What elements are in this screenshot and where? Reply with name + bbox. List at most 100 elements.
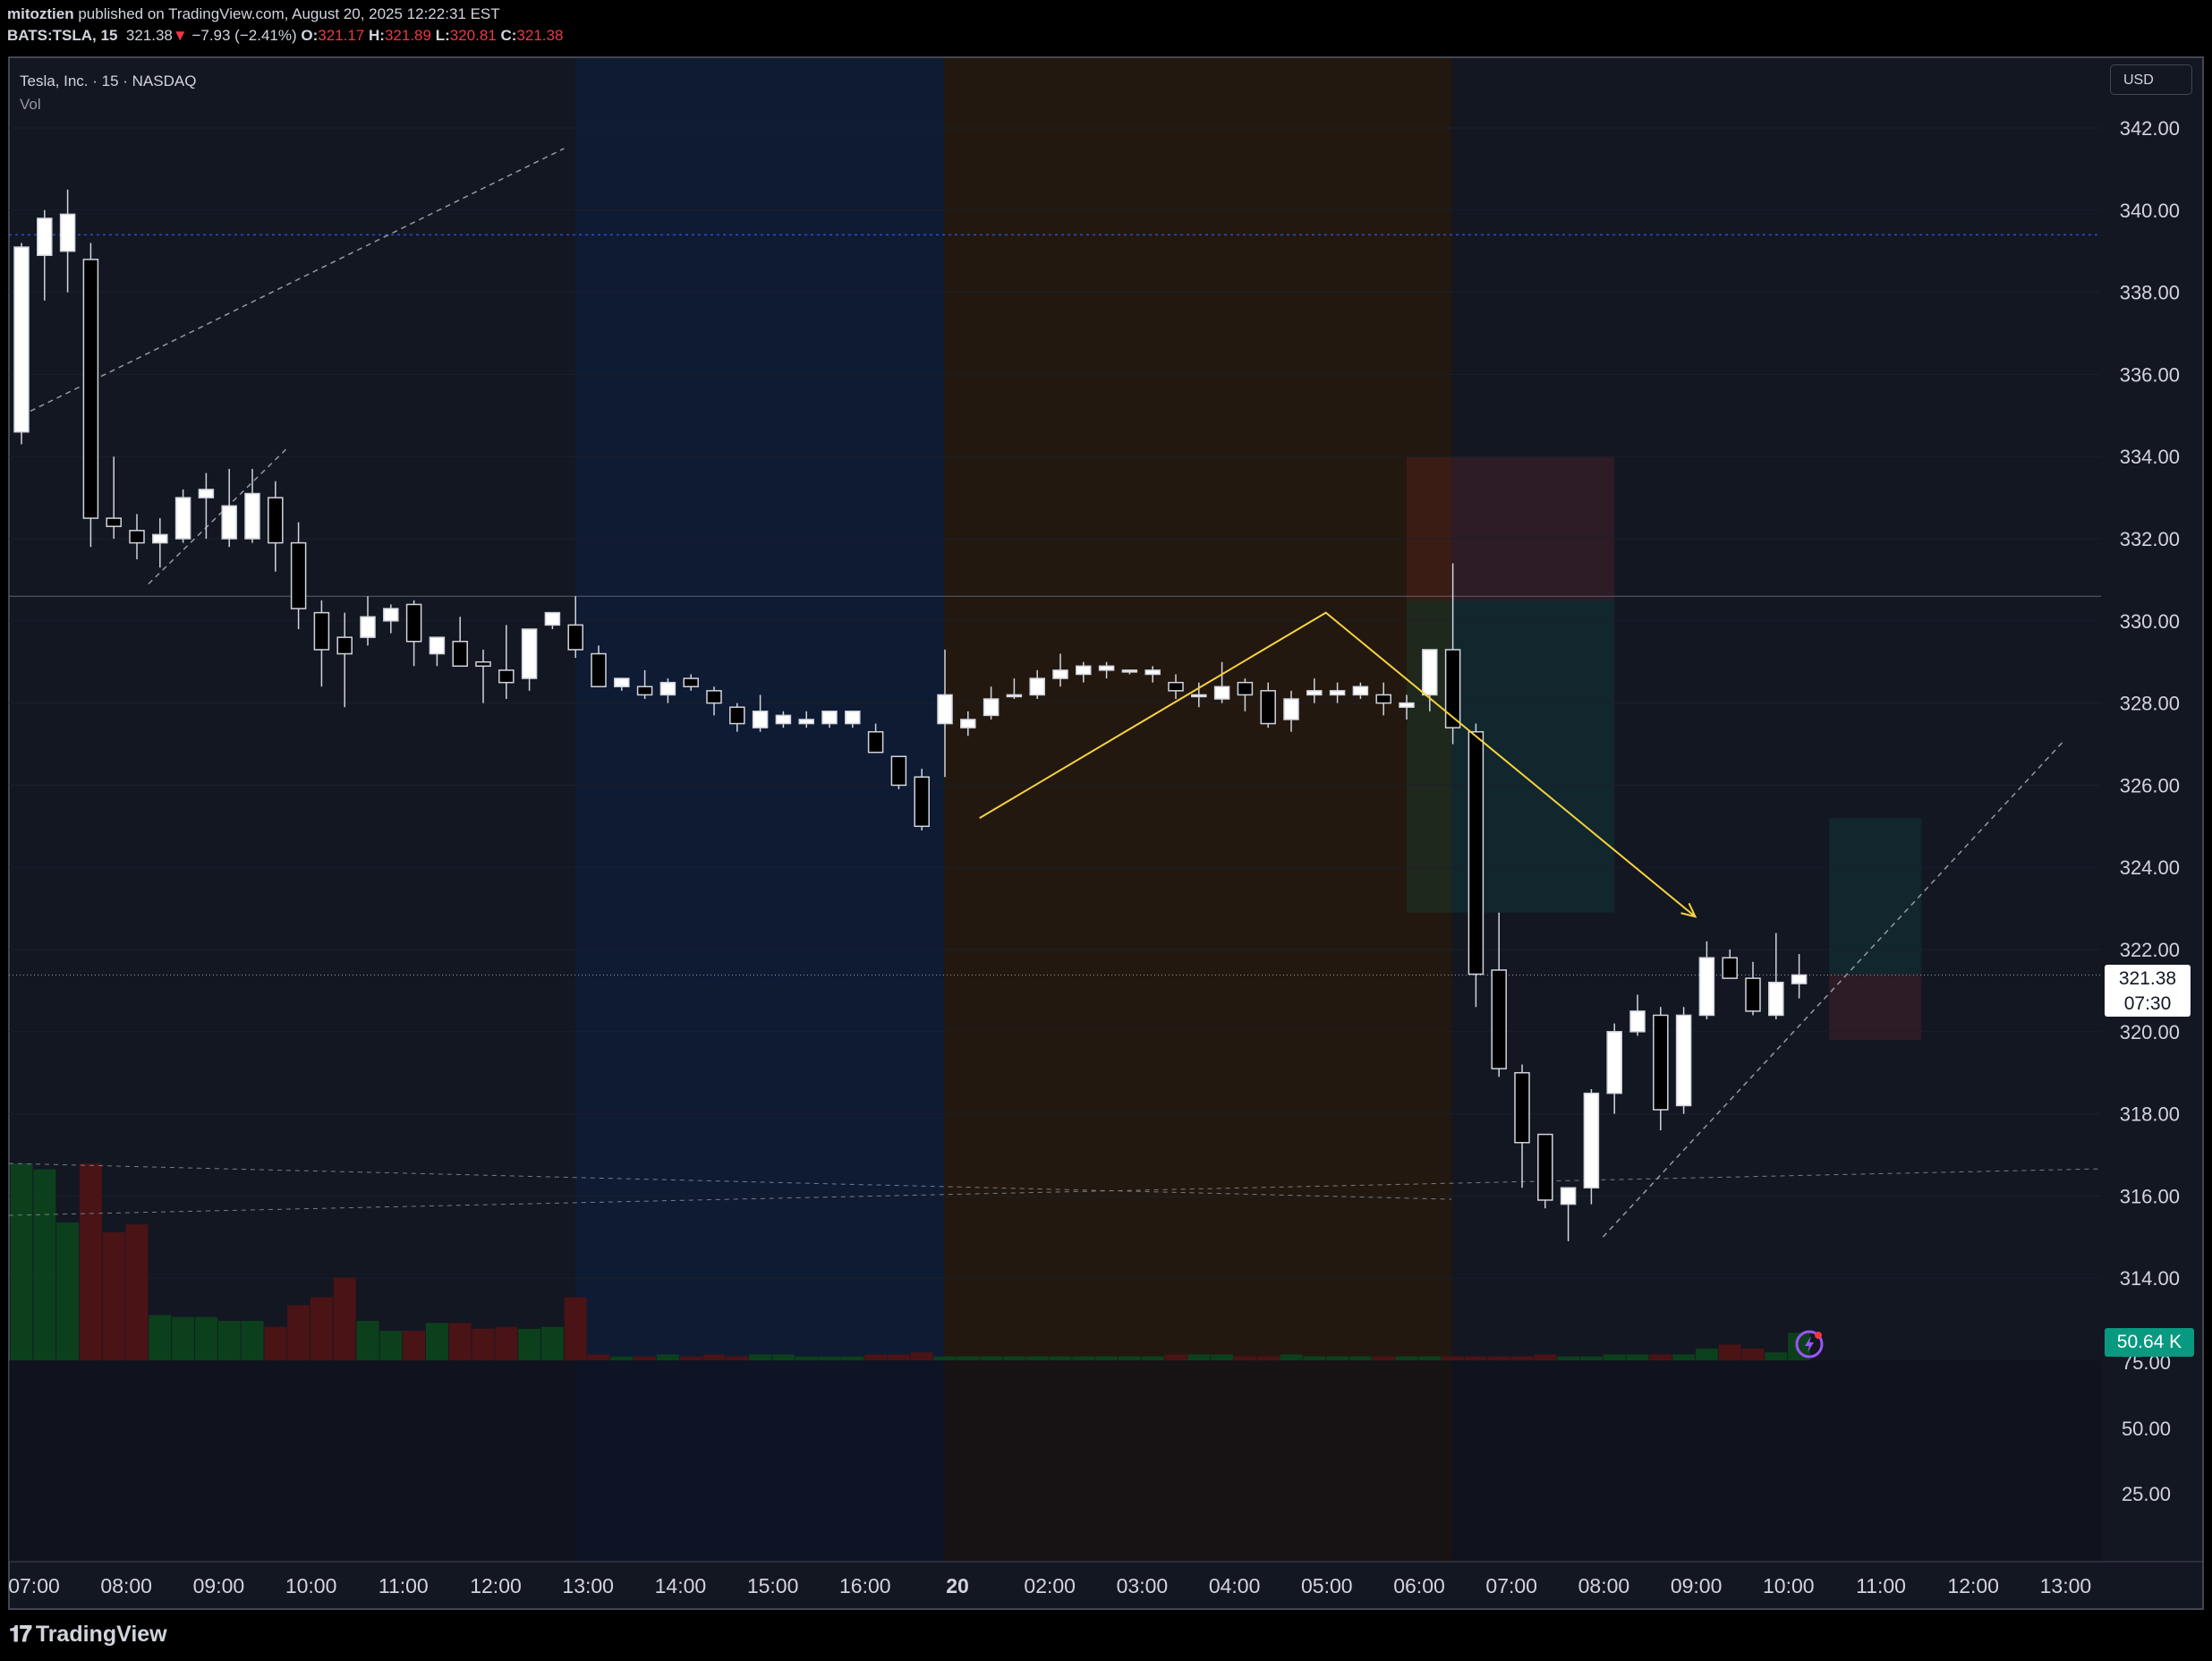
candle-body — [268, 497, 284, 544]
volume-bar — [864, 1354, 888, 1360]
price-tick-label: 332.00 — [2120, 528, 2180, 550]
volume-bar — [841, 1356, 864, 1360]
volume-bar — [1372, 1356, 1395, 1360]
candle-body — [960, 719, 976, 728]
volume-bar — [310, 1297, 333, 1360]
volume-bar — [1695, 1348, 1718, 1360]
volume-bar — [749, 1354, 772, 1360]
candle-body — [429, 636, 446, 655]
time-tick-label: 07:00 — [8, 1574, 60, 1597]
time-tick-label: 05:00 — [1301, 1574, 1353, 1597]
chart-legend[interactable]: Tesla, Inc. · 15 · NASDAQ Vol — [20, 70, 196, 116]
tradingview-brand[interactable]: 𝟏𝟕 TradingView — [9, 1622, 167, 1648]
candle-body — [683, 677, 699, 687]
candle-body — [1491, 969, 1507, 1069]
time-tick-label: 09:00 — [1671, 1574, 1723, 1597]
symbol-label[interactable]: BATS:TSLA, 15 — [7, 27, 117, 44]
volume-bar — [125, 1224, 149, 1360]
candle-body — [544, 611, 561, 626]
candle-body — [1399, 702, 1415, 708]
volume-bar — [1164, 1354, 1187, 1360]
volume-bar — [540, 1326, 564, 1360]
ohlc-line: BATS:TSLA, 15 321.38▼ −7.93 (−2.41%) O:3… — [7, 27, 563, 45]
volume-bar — [1118, 1356, 1141, 1360]
high-value: 321.89 — [384, 27, 431, 44]
volume-bar — [1649, 1354, 1672, 1360]
candle-body — [1629, 1010, 1646, 1033]
candle-body — [290, 541, 307, 609]
down-arrow-icon: ▼ — [172, 27, 188, 44]
candle-body — [336, 636, 353, 655]
volume-bar — [1510, 1356, 1534, 1360]
candle-body — [13, 246, 30, 433]
close-value: 321.38 — [516, 27, 564, 44]
volume-bar — [1741, 1348, 1765, 1360]
volume-bar — [472, 1328, 495, 1360]
candle-body — [1191, 694, 1207, 698]
volume-bar — [1672, 1354, 1696, 1360]
volume-bar — [1049, 1356, 1072, 1360]
publisher-name[interactable]: mitoztien — [7, 5, 74, 22]
price-tick-label: 336.00 — [2120, 363, 2180, 386]
candle-body — [614, 677, 630, 687]
volume-bar — [1002, 1356, 1025, 1360]
volume-bar — [102, 1232, 125, 1360]
candle-body — [659, 681, 676, 696]
candle-body — [1260, 690, 1276, 725]
candle-body — [821, 711, 838, 725]
candle-body — [360, 616, 376, 638]
candle-body — [890, 755, 907, 787]
candle-body — [221, 505, 237, 540]
price-tick-label: 340.00 — [2120, 200, 2180, 222]
candle-body — [937, 694, 953, 725]
price-tick-label: 330.00 — [2120, 610, 2180, 633]
candle-body — [152, 533, 168, 544]
candle-body — [1283, 698, 1299, 720]
volume-bar — [1718, 1344, 1741, 1360]
candle-body — [1675, 1014, 1692, 1107]
time-tick-label: 07:00 — [1485, 1574, 1537, 1597]
currency-button[interactable]: USD — [2110, 64, 2192, 95]
price-axis[interactable]: 342.00 340.00 338.00 336.00 334.00 332.00 330.… — [2120, 117, 2180, 1290]
position-box-risk — [1829, 974, 1922, 1040]
volume-bar — [634, 1356, 657, 1360]
time-tick-label: 11:00 — [379, 1574, 429, 1597]
candle-body — [591, 652, 607, 687]
time-tick-label: 14:00 — [655, 1574, 707, 1597]
candle-body — [1791, 974, 1808, 984]
candle-body — [1213, 686, 1230, 700]
volume-bar — [149, 1315, 172, 1360]
price-tick-label: 318.00 — [2120, 1103, 2180, 1126]
volume-bar — [1211, 1354, 1234, 1360]
candle-body — [1583, 1092, 1600, 1188]
candle-body — [1329, 690, 1346, 696]
candle-body — [1237, 681, 1254, 696]
candle-body — [1098, 665, 1115, 671]
chart-canvas[interactable]: 342.00 340.00 338.00 336.00 334.00 332.00 330.… — [0, 0, 2212, 1661]
low-label: L: — [435, 27, 450, 44]
volume-legend[interactable]: Vol — [20, 93, 196, 116]
candle-body — [1306, 690, 1323, 696]
candle-body — [567, 624, 583, 651]
time-tick-label: 10:00 — [1763, 1574, 1815, 1597]
time-tick-label: 02:00 — [1024, 1574, 1076, 1597]
price-change: −7.93 (−2.41%) — [191, 27, 297, 44]
bar-countdown: 07:30 — [2123, 993, 2172, 1014]
price-tick-label: 342.00 — [2120, 117, 2180, 140]
candle-body — [1121, 669, 1138, 673]
price-tick-label: 328.00 — [2120, 693, 2180, 715]
candle-body — [198, 489, 215, 498]
position-box-risk — [1407, 456, 1615, 601]
candle-body — [914, 776, 930, 828]
price-tick-label: 334.00 — [2120, 446, 2180, 468]
volume-bar — [287, 1305, 311, 1360]
volume-bar — [702, 1354, 726, 1360]
instrument-title[interactable]: Tesla, Inc. · 15 · NASDAQ — [20, 70, 196, 93]
candle-body — [1514, 1071, 1530, 1144]
publisher-line: mitoztien published on TradingView.com, … — [7, 5, 500, 23]
candle-body — [1076, 665, 1092, 676]
volume-bar — [1095, 1356, 1119, 1360]
volume-bar — [333, 1277, 356, 1360]
candle-body — [706, 690, 722, 704]
candle-body — [129, 530, 145, 544]
